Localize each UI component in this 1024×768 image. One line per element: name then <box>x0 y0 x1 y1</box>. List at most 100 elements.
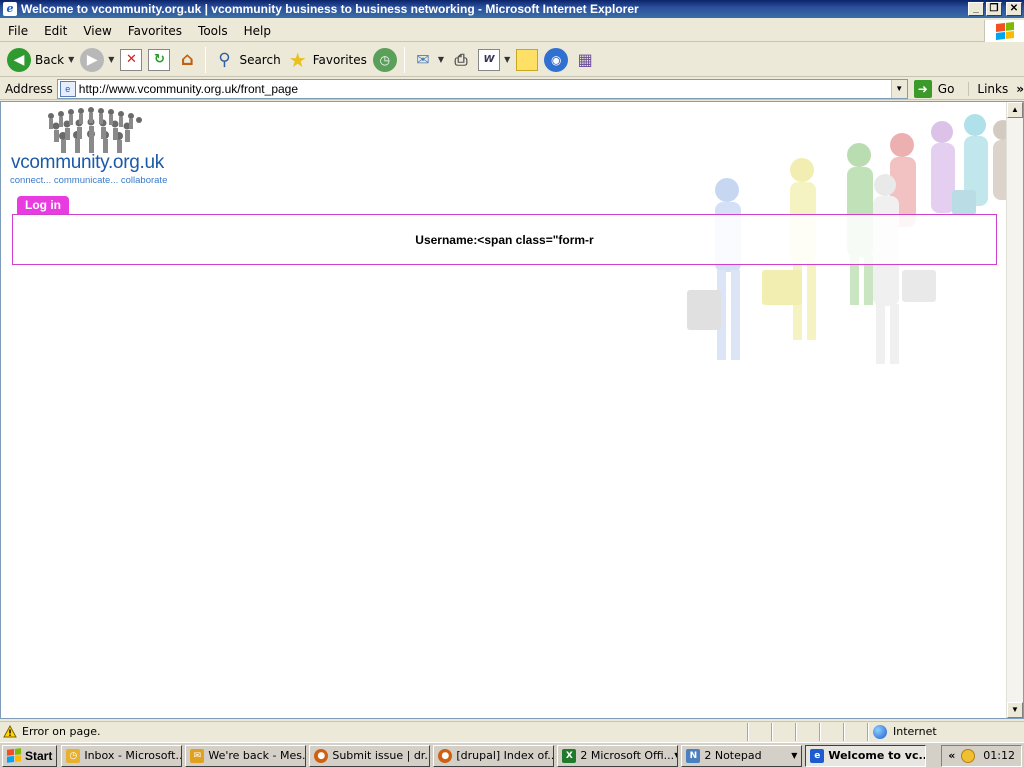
refresh-icon: ↻ <box>148 48 171 71</box>
mail-icon: ✉ <box>416 50 430 69</box>
edit-dropdown-icon[interactable]: ▼ <box>504 55 510 64</box>
taskbar-item[interactable]: ● [drupal] Index of... <box>433 744 555 767</box>
address-input[interactable] <box>78 81 907 96</box>
note-icon <box>516 48 539 71</box>
vertical-scrollbar[interactable]: ▲ ▼ <box>1006 102 1023 718</box>
group-dropdown-icon: ▼ <box>674 751 677 760</box>
window-title: Welcome to vcommunity.org.uk | vcommunit… <box>21 2 639 16</box>
toolbar-separator <box>403 46 405 73</box>
printer-icon: ⎙ <box>454 49 468 69</box>
print-button[interactable]: ⎙ <box>447 46 475 74</box>
address-bar: Address e ▼ ➜ Go Links » <box>0 78 1024 100</box>
home-button[interactable]: ⌂ <box>173 46 201 74</box>
logo-text: vcommunity.org.uk <box>11 152 164 173</box>
windows-logo-icon <box>984 20 1024 42</box>
forward-button[interactable]: ▶ ▼ <box>77 46 117 74</box>
links-toolbar[interactable]: Links » <box>968 81 1024 96</box>
firefox-icon: ● <box>314 748 329 763</box>
search-icon: ⚲ <box>218 49 231 70</box>
window-controls: _ ❐ ✕ <box>968 2 1022 16</box>
standard-toolbar: ◀ Back ▼ ▶ ▼ ✕ ↻ ⌂ ⚲ Search ★ Favorites … <box>0 43 1024 77</box>
favorites-button[interactable]: ★ Favorites <box>284 46 370 74</box>
address-field-container: e ▼ <box>56 78 908 99</box>
edit-button[interactable]: W ▼ <box>475 46 513 74</box>
refresh-button[interactable]: ↻ <box>145 46 173 74</box>
menu-favorites[interactable]: Favorites <box>120 24 190 38</box>
menu-edit[interactable]: Edit <box>36 24 75 38</box>
system-tray: « 01:12 <box>941 744 1022 767</box>
chevron-left-icon[interactable]: « <box>948 749 955 762</box>
taskbar-item[interactable]: N 2 Notepad ▼ <box>681 744 803 767</box>
status-panel <box>748 722 772 741</box>
site-logo[interactable]: vcommunity.org.uk connect... communicate… <box>9 106 209 186</box>
menu-view[interactable]: View <box>75 24 119 38</box>
tab-log-in[interactable]: Log in <box>17 196 69 215</box>
login-block: Username:<span class="form-r <box>12 214 997 265</box>
history-button[interactable]: ◷ <box>370 46 400 74</box>
login-raw-text: Username:<span class="form-r <box>415 233 594 247</box>
logo-tagline: connect... communicate... collaborate <box>10 175 168 186</box>
title-bar: e Welcome to vcommunity.org.uk | vcommun… <box>0 0 1024 18</box>
security-zone[interactable]: Internet <box>868 722 1024 741</box>
internet-globe-icon <box>873 724 887 739</box>
taskbar-item-active[interactable]: e Welcome to vc... <box>805 744 927 767</box>
mail-icon: ✉ <box>190 748 205 763</box>
crowd-logo-image <box>48 107 142 153</box>
toolbar-separator <box>205 46 207 73</box>
address-label: Address <box>5 81 53 96</box>
status-message: Error on page. <box>22 725 101 738</box>
taskbar-item[interactable]: ◷ Inbox - Microsoft... <box>61 744 183 767</box>
close-button[interactable]: ✕ <box>1006 2 1022 16</box>
home-icon: ⌂ <box>181 49 194 70</box>
status-panel <box>772 722 796 741</box>
go-arrow-icon: ➜ <box>913 79 932 98</box>
menu-help[interactable]: Help <box>236 24 279 38</box>
taskbar-item[interactable]: ✉ We're back - Mes... <box>185 744 307 767</box>
browser-viewport: vcommunity.org.uk connect... communicate… <box>0 101 1024 719</box>
firefox-icon: ● <box>438 748 453 763</box>
taskbar-item[interactable]: ● Submit issue | dr... <box>309 744 431 767</box>
back-button[interactable]: ◀ Back ▼ <box>4 46 77 74</box>
globe-icon: ◉ <box>544 47 569 72</box>
research-button[interactable]: ▦ <box>571 46 599 74</box>
taskbar: Start ◷ Inbox - Microsoft... ✉ We're bac… <box>0 742 1024 768</box>
menu-file[interactable]: File <box>0 24 36 38</box>
ie-icon: e <box>3 2 17 16</box>
outlook-reminder-icon[interactable] <box>961 748 976 763</box>
scroll-up-icon[interactable]: ▲ <box>1007 102 1023 118</box>
ie-icon: e <box>810 748 825 763</box>
menu-tools[interactable]: Tools <box>190 24 236 38</box>
status-panel <box>796 722 820 741</box>
windows-logo-icon <box>7 748 21 763</box>
clock[interactable]: 01:12 <box>983 749 1015 762</box>
page-icon: e <box>59 80 76 97</box>
search-button[interactable]: ⚲ Search <box>210 46 283 74</box>
maximize-button[interactable]: ❐ <box>986 2 1002 16</box>
excel-icon: X <box>562 748 577 763</box>
mail-dropdown-icon[interactable]: ▼ <box>438 55 444 64</box>
back-arrow-icon: ◀ <box>7 47 31 72</box>
status-panel <box>844 722 868 741</box>
menu-bar: File Edit View Favorites Tools Help <box>0 20 1024 42</box>
scroll-down-icon[interactable]: ▼ <box>1007 702 1023 718</box>
stop-button[interactable]: ✕ <box>117 46 145 74</box>
history-icon: ◷ <box>372 47 397 72</box>
go-button[interactable]: ➜ Go <box>913 79 954 98</box>
discuss-button[interactable] <box>513 46 541 74</box>
word-icon: W <box>478 48 501 71</box>
forward-dropdown-icon[interactable]: ▼ <box>108 55 114 64</box>
status-message-area[interactable]: Error on page. <box>0 722 748 741</box>
messenger-button[interactable]: ◉ <box>541 46 571 74</box>
forward-arrow-icon: ▶ <box>80 47 105 72</box>
status-panel <box>820 722 844 741</box>
group-dropdown-icon: ▼ <box>791 751 798 760</box>
notepad-icon: N <box>686 748 701 763</box>
warning-icon <box>3 725 17 738</box>
taskbar-item[interactable]: X 2 Microsoft Offi... ▼ <box>557 744 679 767</box>
chevron-right-icon[interactable]: » <box>1016 82 1024 96</box>
mail-button[interactable]: ✉ ▼ <box>409 46 447 74</box>
minimize-button[interactable]: _ <box>968 2 984 16</box>
start-button[interactable]: Start <box>2 744 58 767</box>
back-dropdown-icon[interactable]: ▼ <box>68 55 74 64</box>
address-dropdown-icon[interactable]: ▼ <box>890 79 907 98</box>
